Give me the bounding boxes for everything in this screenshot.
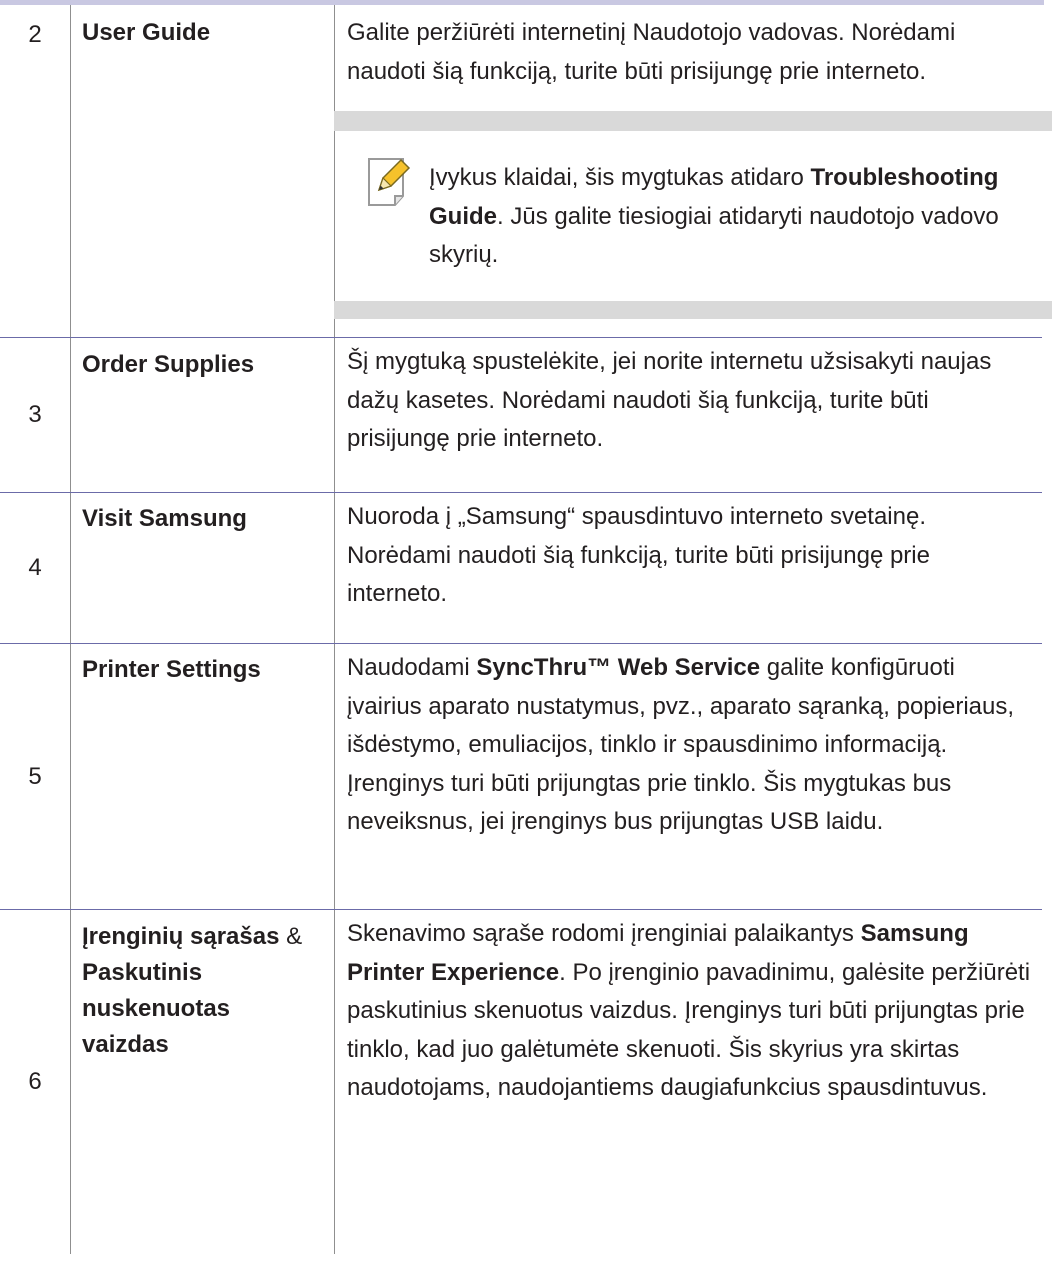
row-feature-name: Order Supplies: [70, 337, 335, 493]
table-row: 4 Visit Samsung Nuoroda į „Samsung“ spau…: [0, 492, 1042, 644]
description-text: Šį mygtuką spustelėkite, jei norite inte…: [347, 348, 992, 452]
note-text: Įvykus klaidai, šis mygtukas atidaro Tro…: [429, 164, 999, 268]
row-feature-name: Visit Samsung: [70, 492, 335, 644]
note-bottom-bar: [334, 301, 1052, 319]
row-number: 5: [0, 643, 71, 910]
description-text: Naudodami SyncThru™ Web Service galite k…: [347, 654, 1015, 835]
row-feature-name: User Guide: [70, 5, 335, 338]
row-feature-name: Printer Settings: [70, 643, 335, 910]
row-description: Skenavimo sąraše rodomi įrenginiai palai…: [335, 910, 1043, 1255]
row-number: 4: [0, 492, 71, 644]
table-row: 5 Printer Settings Naudodami SyncThru™ W…: [0, 643, 1042, 910]
table-row: 3 Order Supplies Šį mygtuką spustelėkite…: [0, 337, 1042, 493]
table-row: 6 Įrenginių sąrašas & Paskutinis nuskenu…: [0, 909, 1043, 1255]
description-text: Nuoroda į „Samsung“ spausdintuvo interne…: [347, 503, 930, 607]
row-description: Naudodami SyncThru™ Web Service galite k…: [334, 643, 1042, 910]
bold-term: SyncThru™ Web Service: [476, 654, 761, 681]
row-feature-name: Įrenginių sąrašas & Paskutinis nuskenuot…: [70, 909, 335, 1254]
note-top-bar: [334, 111, 1052, 131]
note-pencil-icon: [368, 158, 411, 206]
row-number: 2: [0, 5, 71, 338]
description-text: Skenavimo sąraše rodomi įrenginiai palai…: [347, 920, 1031, 1101]
row-description: Šį mygtuką spustelėkite, jei norite inte…: [334, 337, 1042, 493]
row-number: 3: [0, 337, 71, 493]
row-number: 6: [0, 909, 71, 1254]
feature-table: 2 User Guide Galite peržiūrėti interneti…: [0, 5, 1052, 1255]
row-description: Galite peržiūrėti internetinį Naudotojo …: [334, 5, 1052, 338]
description-text: Galite peržiūrėti internetinį Naudotojo …: [347, 19, 956, 85]
table-row: 2 User Guide Galite peržiūrėti interneti…: [0, 5, 1052, 338]
note-box: Įvykus klaidai, šis mygtukas atidaro Tro…: [334, 111, 1052, 337]
row-description: Nuoroda į „Samsung“ spausdintuvo interne…: [334, 492, 1042, 644]
